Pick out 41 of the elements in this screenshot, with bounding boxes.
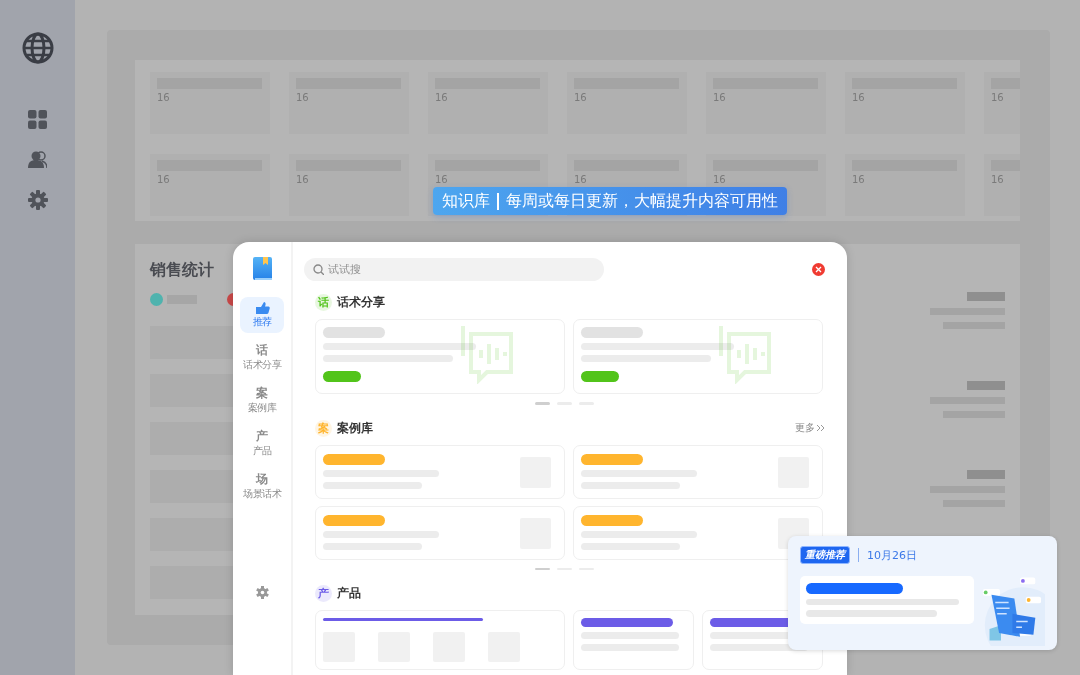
section-title: 产品 [337,585,361,602]
placeholder-bar [967,381,1005,390]
nav-item[interactable]: 推荐 [240,297,284,333]
section-title: 销售统计 [150,260,214,281]
nav-glyph: 产 [256,429,268,443]
content-card[interactable] [573,610,694,670]
documents-illustration [980,576,1045,646]
section-glyph: 案 [315,419,332,437]
search-field[interactable]: 试试搜 [304,258,604,281]
placeholder-bar [967,292,1005,301]
more-link[interactable]: 更多 [795,421,825,435]
settings-icon[interactable] [255,586,269,599]
section-glyph: 话 [315,294,332,311]
nav-glyph: 场 [256,472,268,486]
content-card[interactable] [315,610,565,670]
nav-item[interactable]: 产 产品 [240,425,284,462]
settings-icon[interactable] [27,190,48,210]
section-title: 话术分享 [337,294,385,311]
nav-item[interactable]: 话 话术分享 [240,339,284,376]
users-icon[interactable] [28,151,47,168]
banner-title: 知识库 [442,190,490,212]
nav-glyph: 话 [256,343,268,357]
chevrons-icon [816,424,825,432]
grid-icon[interactable] [28,110,47,129]
placeholder-bar [581,327,643,338]
close-icon[interactable] [812,263,825,276]
banner-text: 每周或每日更新，大幅提升内容可用性 [505,190,778,212]
content-card[interactable] [573,319,823,394]
section-glyph: 产 [315,585,332,602]
promo-date: 10月26日 [867,547,917,563]
thumbs-up-icon [254,301,270,314]
content-card[interactable] [315,319,565,394]
globe-icon[interactable] [21,32,54,64]
placeholder-bar [967,470,1005,479]
search-icon [313,264,324,275]
book-icon [252,257,272,280]
section-title: 案例库 [337,419,373,437]
nav-glyph: 案 [256,386,268,400]
nav-item[interactable]: 场 场景话术 [240,468,284,505]
promo-badge: 重磅推荐 [800,546,850,564]
nav-item[interactable]: 案 案例库 [240,382,284,419]
